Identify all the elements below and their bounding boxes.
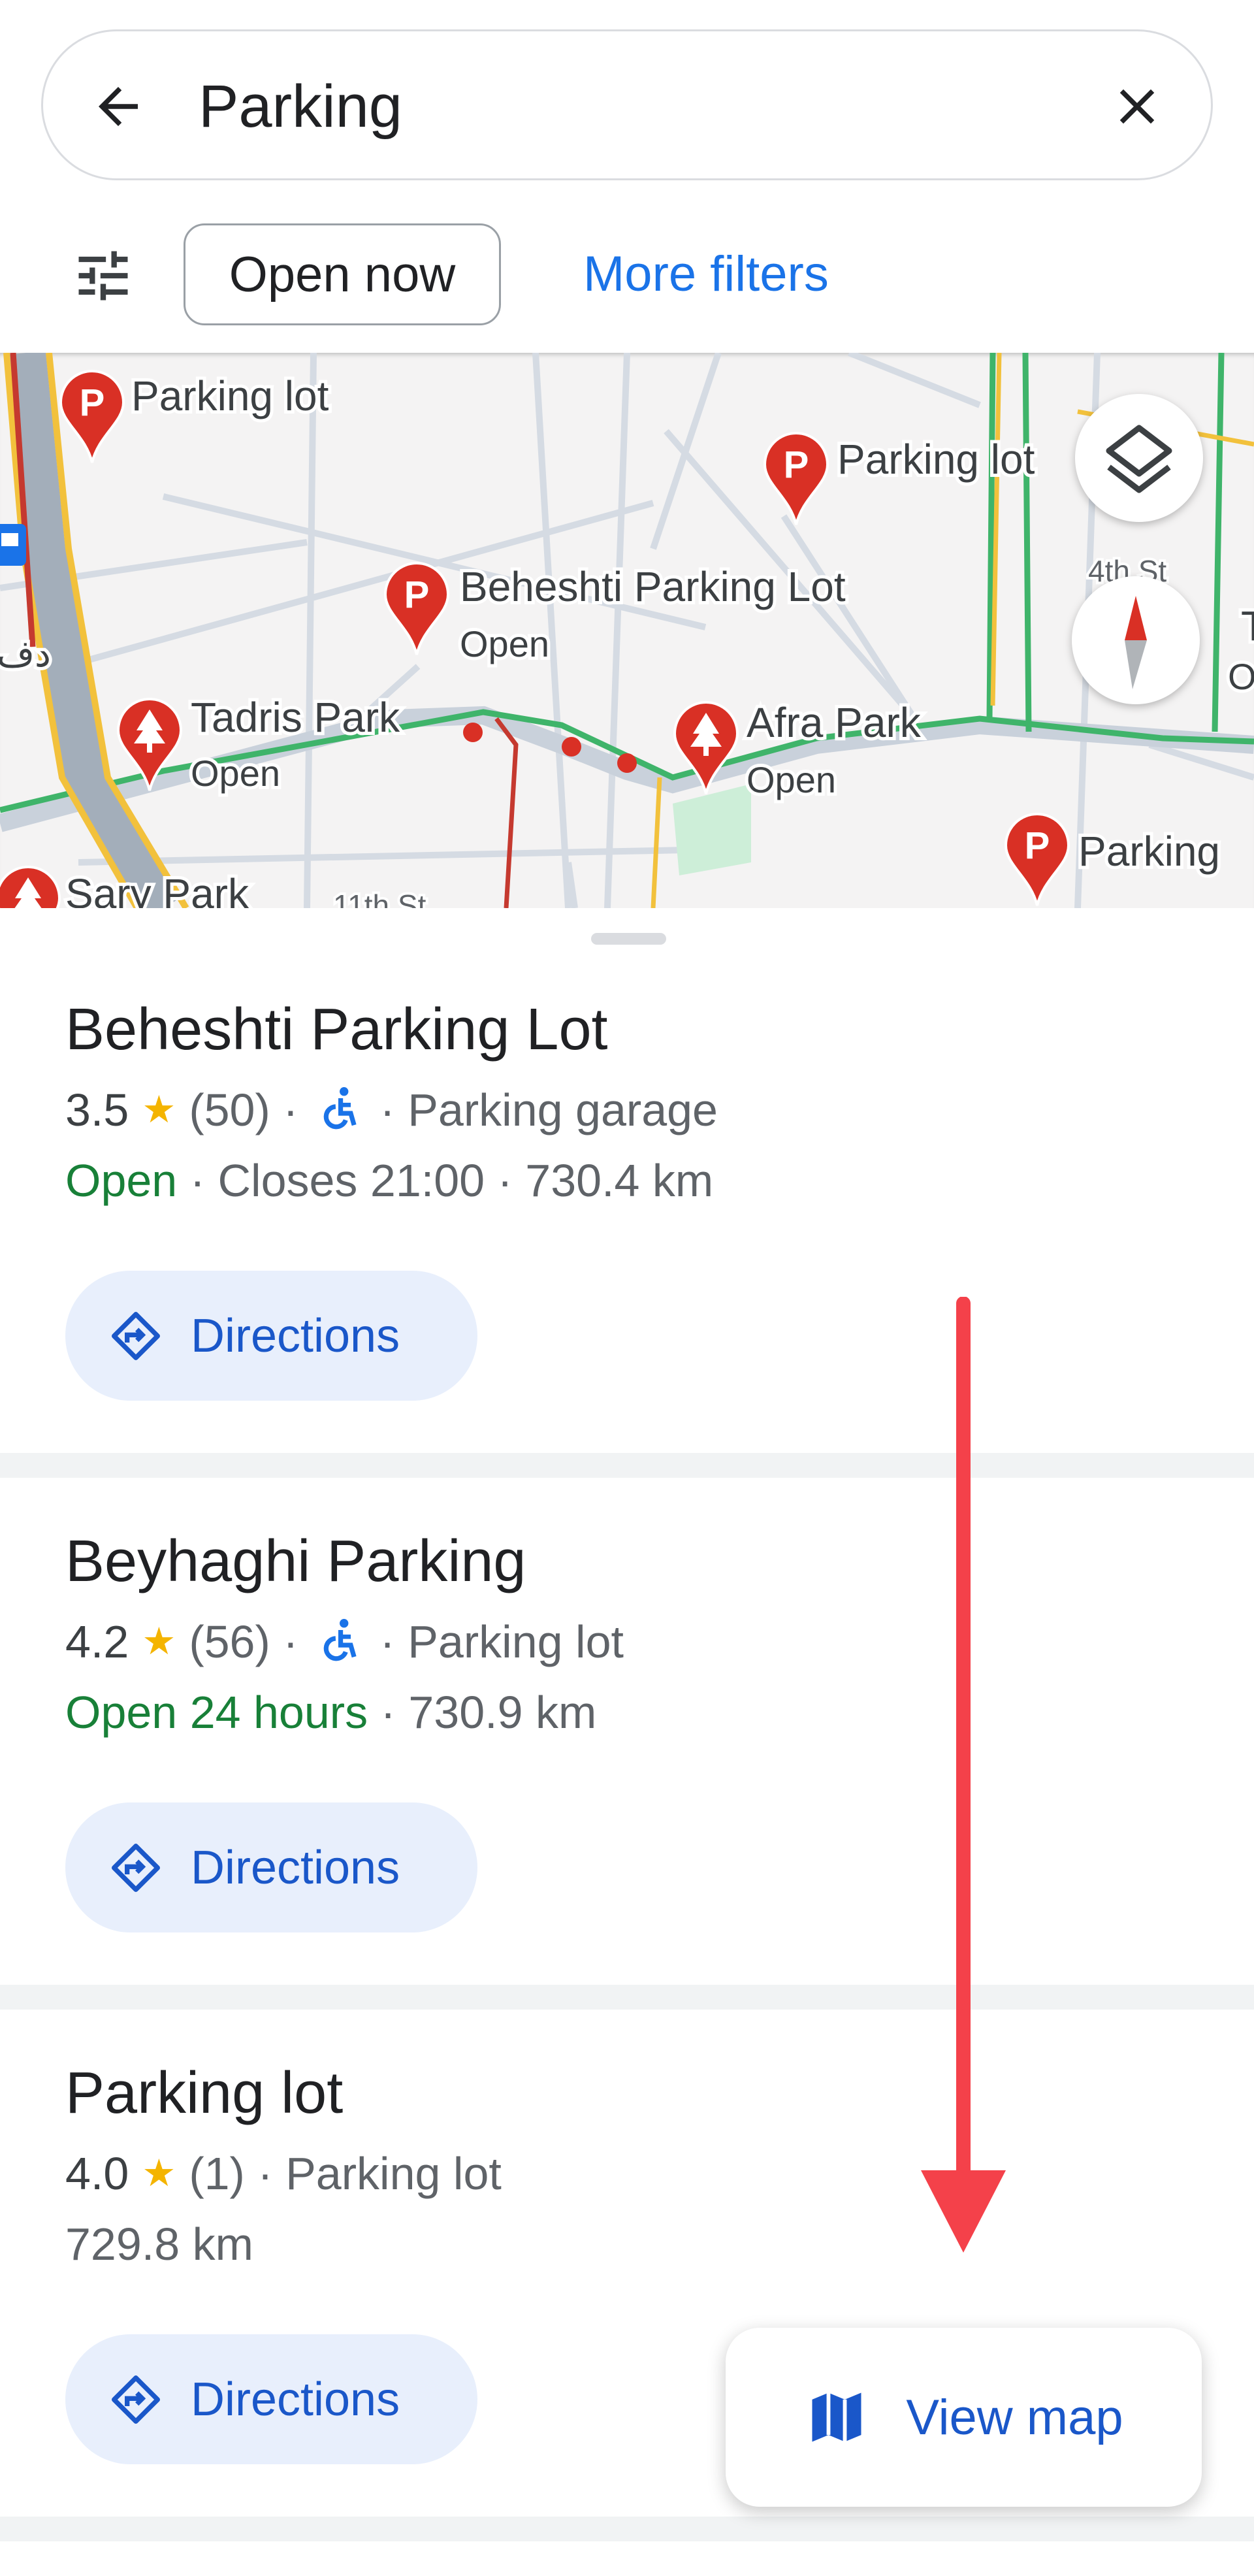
card-divider <box>0 1453 1254 1478</box>
pin-label-sary-park[interactable]: Sary Park <box>62 867 253 908</box>
map-label-edge: Tak <box>1241 602 1254 649</box>
open-status: Open <box>65 1155 178 1206</box>
wheelchair-accessible-icon <box>323 1087 357 1130</box>
open-status: Open 24 hours <box>65 1687 368 1738</box>
open-now-chip[interactable]: Open now <box>184 223 501 325</box>
park-area <box>673 784 751 875</box>
separator: · <box>177 1155 218 1206</box>
view-map-button[interactable]: View map <box>726 2328 1202 2507</box>
map-label-edge-sub: Op <box>1228 656 1254 697</box>
card-divider <box>0 1985 1254 2010</box>
svg-text:Parking lot: Parking lot <box>131 372 329 419</box>
distance: 729.8 km <box>65 2219 253 2270</box>
svg-text:Sary Park: Sary Park <box>65 870 249 908</box>
map-icon <box>812 2392 861 2442</box>
directions-button[interactable]: Directions <box>65 1271 477 1401</box>
svg-text:P: P <box>80 382 105 424</box>
star-icon: ★ <box>142 2152 176 2194</box>
review-count: (1) <box>189 2148 245 2199</box>
arrow-left-icon[interactable] <box>89 77 148 136</box>
rating-value: 3.5 <box>65 1084 129 1135</box>
result-category: Parking lot <box>408 1616 624 1667</box>
result-status-row: Open 24 hours · 730.9 km <box>65 1683 596 1742</box>
result-status-row: 729.8 km <box>65 2215 253 2274</box>
separator: · <box>485 1155 526 1206</box>
svg-text:Open: Open <box>191 753 280 794</box>
directions-label: Directions <box>191 1309 400 1362</box>
drag-handle[interactable] <box>591 933 666 945</box>
rating-value: 4.0 <box>65 2148 129 2199</box>
distance: 730.4 km <box>525 1155 714 1206</box>
directions-button[interactable]: Directions <box>65 2334 477 2464</box>
search-bar[interactable]: Parking <box>41 29 1213 180</box>
separator: · <box>244 2148 286 2199</box>
map-view[interactable]: P P P P Parking lot Parking lot Beheshti Pa… <box>0 353 1254 908</box>
result-title[interactable]: Parking lot <box>65 2057 343 2129</box>
traffic-red-road <box>494 717 519 908</box>
svg-text:P: P <box>784 444 809 486</box>
directions-icon <box>112 2375 160 2424</box>
svg-text:Beheshti Parking Lot: Beheshti Parking Lot <box>460 563 846 610</box>
svg-text:Parking lot: Parking lot <box>837 436 1035 483</box>
map-label-arabic: دف <box>0 633 51 674</box>
pin-label-parking-lot-2[interactable]: Parking lot <box>834 432 1038 486</box>
rating-value: 4.2 <box>65 1616 129 1667</box>
result-rating-row: 3.5 ★ (50) · · Parking garage <box>65 1081 718 1139</box>
close-icon[interactable] <box>1108 77 1166 136</box>
street-label: 11th St <box>333 889 426 908</box>
parking-pin-icon[interactable]: P <box>383 562 450 655</box>
svg-text:Afra Park: Afra Park <box>747 699 922 746</box>
pin-label-parking[interactable]: Parking <box>1075 824 1223 878</box>
svg-text:P: P <box>1025 824 1050 867</box>
svg-text:P: P <box>404 574 430 616</box>
svg-text:Open: Open <box>460 623 549 664</box>
result-title[interactable]: Beheshti Parking Lot <box>65 994 608 1066</box>
map-canvas[interactable]: P P P P Parking lot Parking lot Beheshti Pa… <box>0 353 1254 908</box>
separator: · <box>368 1687 409 1738</box>
parking-pin-icon[interactable]: P <box>59 370 125 463</box>
directions-label: Directions <box>191 2373 400 2426</box>
card-divider <box>0 2517 1254 2541</box>
result-title[interactable]: Beyhaghi Parking <box>65 1525 526 1597</box>
result-category: Parking lot <box>285 2148 502 2199</box>
separator: · <box>367 1084 408 1135</box>
wheelchair-accessible-icon <box>323 1619 357 1661</box>
pin-label-parking-lot-1[interactable]: Parking lot <box>128 369 332 423</box>
directions-icon <box>112 1311 160 1360</box>
traffic-yellow-road <box>651 777 662 908</box>
svg-text:Parking: Parking <box>1078 828 1220 875</box>
distance: 730.9 km <box>408 1687 597 1738</box>
star-icon: ★ <box>142 1088 176 1131</box>
separator: · <box>270 1084 312 1135</box>
park-pin-icon[interactable] <box>0 866 61 908</box>
parking-pin-icon[interactable]: P <box>763 432 829 525</box>
bus-stop-icon <box>0 524 26 566</box>
directions-label: Directions <box>191 1841 400 1894</box>
review-count: (50) <box>189 1084 270 1135</box>
svg-text:Open: Open <box>747 759 836 800</box>
star-icon: ★ <box>142 1620 176 1663</box>
result-status-row: Open · Closes 21:00 · 730.4 km <box>65 1151 713 1210</box>
directions-button[interactable]: Directions <box>65 1802 477 1932</box>
closing-time: Closes 21:00 <box>217 1155 485 1206</box>
search-input[interactable]: Parking <box>199 71 402 142</box>
directions-icon <box>112 1843 160 1892</box>
view-map-label: View map <box>906 2389 1123 2445</box>
layers-button[interactable] <box>1075 394 1203 522</box>
review-count: (56) <box>189 1616 270 1667</box>
tune-sliders-icon[interactable] <box>71 243 136 308</box>
more-filters-link[interactable]: More filters <box>583 243 829 306</box>
result-category: Parking garage <box>408 1084 718 1135</box>
parking-pin-icon[interactable]: P <box>1004 813 1070 906</box>
separator: · <box>270 1616 312 1667</box>
annotation-arrow <box>921 1297 1006 2253</box>
svg-text:Tadris Park: Tadris Park <box>191 694 400 741</box>
minor-roads <box>0 353 1254 908</box>
result-rating-row: 4.2 ★ (56) · · Parking lot <box>65 1612 624 1671</box>
compass-button[interactable] <box>1072 576 1200 704</box>
separator: · <box>367 1616 408 1667</box>
result-rating-row: 4.0 ★ (1) · Parking lot <box>65 2144 502 2203</box>
